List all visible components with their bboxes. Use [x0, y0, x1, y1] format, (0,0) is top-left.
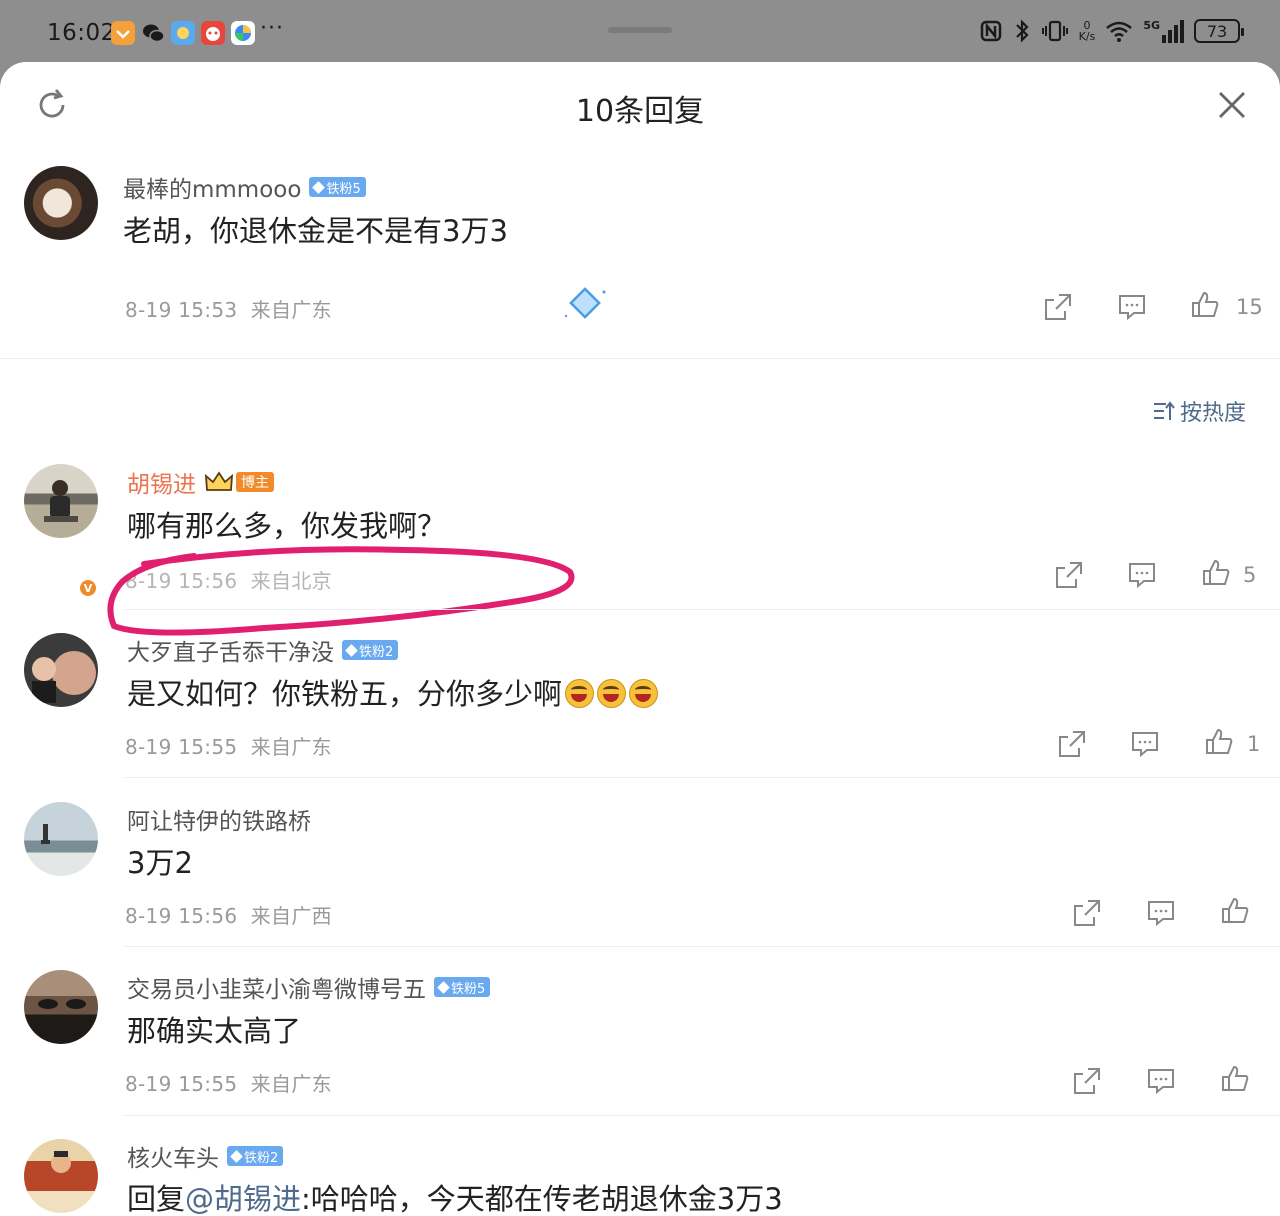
network-speed: 0 K/s — [1078, 19, 1096, 43]
like-icon[interactable] — [1204, 727, 1234, 757]
status-bar: 16:02 ··· 0 K/s 5G 73 — [0, 0, 1280, 62]
comment-text: 老胡，你退休金是不是有3万3 — [123, 214, 508, 248]
comment-icon[interactable] — [1146, 898, 1176, 928]
fan-badge: 铁粉5 — [434, 977, 491, 997]
comment-username[interactable]: 交易员小韭菜小渝粤微博号五 铁粉5 — [127, 970, 491, 1004]
laughing-emoji-icon — [629, 679, 659, 708]
share-icon[interactable] — [1072, 1066, 1102, 1096]
avatar[interactable] — [24, 166, 98, 240]
sheet-drag-handle[interactable] — [608, 27, 672, 33]
avatar[interactable] — [24, 970, 98, 1044]
nfc-icon — [980, 20, 1001, 42]
comment-username[interactable]: 阿让特伊的铁路桥 — [127, 802, 311, 836]
wifi-icon — [1106, 21, 1133, 42]
comment-username[interactable]: 核火车头 铁粉2 — [127, 1139, 284, 1173]
laughing-emoji-icon — [597, 679, 627, 708]
diamond-icon — [230, 1149, 243, 1163]
comment-icon[interactable] — [1146, 1066, 1176, 1096]
comment-text: 是又如何？你铁粉五，分你多少啊 — [127, 671, 659, 713]
comment-meta: 8-19 15:53 来自广东 — [125, 298, 332, 322]
comment-text: 那确实太高了 — [127, 1014, 302, 1048]
like-count: 15 — [1236, 295, 1263, 319]
share-icon[interactable] — [1072, 898, 1102, 928]
like-icon[interactable] — [1220, 896, 1250, 926]
comment-meta: 8-19 15:55 来自广东 — [125, 735, 332, 759]
comment-text: 哪有那么多，你发我啊？ — [127, 509, 447, 543]
diamond-icon — [437, 980, 450, 994]
cellular-signal: 5G — [1143, 19, 1184, 43]
fan-badge: 铁粉2 — [227, 1146, 284, 1166]
fan-badge: 铁粉5 — [309, 177, 366, 197]
like-count: 1 — [1247, 732, 1261, 756]
blogger-badge: 博主 — [204, 470, 274, 494]
share-icon[interactable] — [1043, 292, 1073, 322]
page-title: 10条回复 — [575, 94, 705, 129]
avatar[interactable] — [24, 802, 98, 876]
diamond-icon — [312, 180, 326, 194]
system-icons: 0 K/s 5G 73 — [979, 18, 1244, 44]
avatar[interactable] — [24, 1139, 98, 1213]
diamond-sticker-icon — [564, 287, 606, 319]
comment-icon[interactable] — [1117, 292, 1147, 322]
like-icon[interactable] — [1190, 290, 1220, 320]
verified-badge-icon: V — [78, 578, 98, 598]
crown-icon — [204, 471, 234, 491]
wechat-icon — [141, 21, 165, 45]
close-icon[interactable] — [1216, 89, 1248, 121]
comment-text: 3万2 — [127, 846, 193, 880]
fan-badge: 铁粉2 — [342, 640, 399, 660]
comment-username[interactable]: 最棒的mmmooo 铁粉5 — [123, 170, 366, 204]
replies-sheet: 10条回复 最棒的mmmooo 铁粉5 老胡，你退休金是不是有3万3 8-19 … — [0, 62, 1280, 1216]
battery-indicator: 73 — [1194, 19, 1244, 43]
bluetooth-icon — [1015, 19, 1029, 43]
sort-by-hot-button[interactable]: 按热度 — [1152, 395, 1246, 427]
avatar[interactable] — [24, 633, 98, 707]
app-notification-icon — [111, 21, 135, 45]
vibrate-icon — [1041, 20, 1068, 42]
comment-meta: 8-19 15:55 来自广东 — [125, 1072, 332, 1096]
share-icon[interactable] — [1054, 560, 1084, 590]
comment-meta: 8-19 15:56 来自广西 — [125, 904, 332, 928]
like-icon[interactable] — [1201, 558, 1231, 588]
like-count: 5 — [1243, 563, 1257, 587]
more-notifications-icon: ··· — [260, 16, 284, 41]
network-type: 5G — [1143, 19, 1160, 32]
row-divider — [124, 946, 1280, 947]
diamond-icon — [345, 643, 358, 657]
comment-icon[interactable] — [1130, 729, 1160, 759]
laughing-emoji-icon — [565, 679, 595, 708]
sort-icon — [1154, 401, 1175, 420]
sheet-header: 10条回复 — [0, 62, 1280, 148]
avatar[interactable] — [24, 464, 98, 538]
comment-text: 回复@胡锡进:哈哈哈，今天都在传老胡退休金3万3 — [127, 1182, 783, 1216]
comment-username[interactable]: 大歹直子舌忝干净没 铁粉2 — [127, 633, 399, 667]
row-divider — [124, 777, 1280, 778]
notification-icons — [111, 21, 255, 45]
comment-icon[interactable] — [1127, 560, 1157, 590]
weather-app-icon — [171, 21, 195, 45]
comment-username[interactable]: 胡锡进 博主 — [127, 465, 274, 499]
row-divider — [124, 609, 1280, 610]
browser-app-icon — [231, 21, 255, 45]
user-mention-link[interactable]: @胡锡进 — [185, 1182, 301, 1216]
section-divider — [0, 358, 1280, 359]
game-app-icon — [201, 21, 225, 45]
status-time: 16:02 — [47, 20, 116, 46]
like-icon[interactable] — [1220, 1064, 1250, 1094]
share-icon[interactable] — [1057, 729, 1087, 759]
annotation-circle — [107, 546, 575, 636]
row-divider — [124, 1115, 1280, 1116]
